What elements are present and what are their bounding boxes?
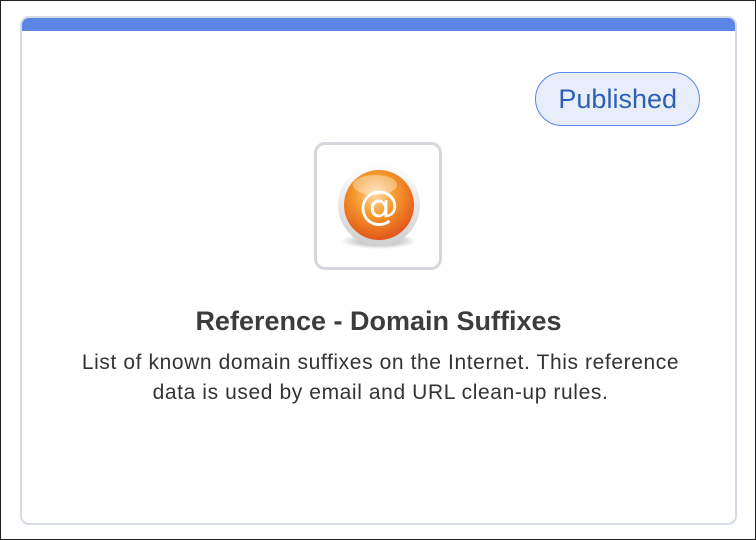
at-sign-icon: @ xyxy=(338,164,420,249)
dataset-card[interactable]: Published @ Reference - Domain Suffixes … xyxy=(20,16,737,525)
svg-text:@: @ xyxy=(359,183,399,229)
card-title: Reference - Domain Suffixes xyxy=(195,306,562,336)
card-description: List of known domain suffixes on the Int… xyxy=(81,351,680,404)
icon-tile: @ xyxy=(314,142,442,270)
status-badge: Published xyxy=(535,72,700,126)
card-accent-bar xyxy=(22,18,735,31)
